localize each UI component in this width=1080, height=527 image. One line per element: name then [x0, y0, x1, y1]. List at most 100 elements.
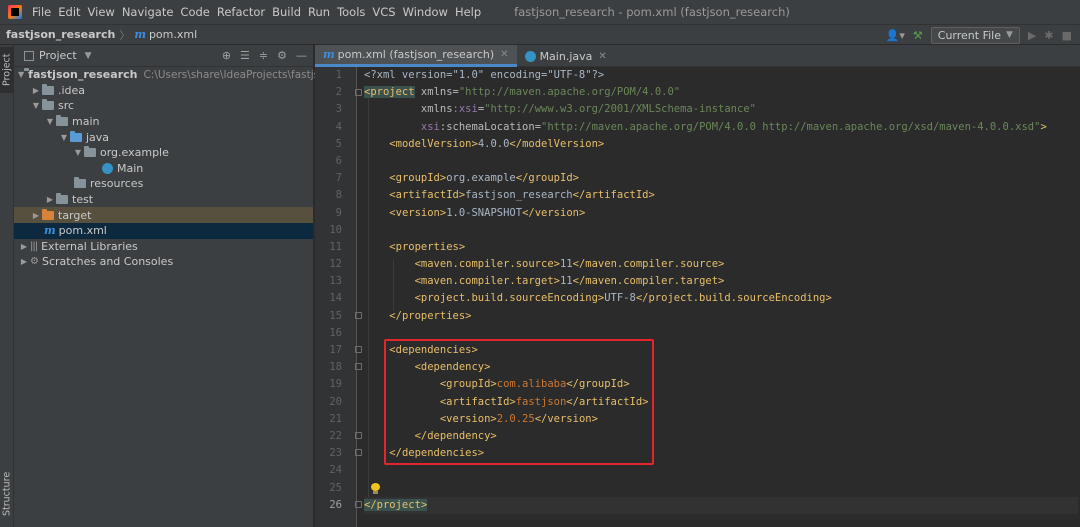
chevron-down-icon[interactable]: ▼	[44, 117, 56, 126]
tree-item-project-root[interactable]: ▼ fastjson_research C:\Users\share\IdeaP…	[14, 67, 354, 83]
hide-icon[interactable]: —	[296, 49, 307, 62]
fold-marker-icon[interactable]	[355, 312, 362, 319]
package-icon	[84, 146, 96, 158]
code-line-3: xmlns:xsi="http://www.w3.org/2001/XMLSch…	[420, 103, 756, 116]
scratches-icon: ⚙	[30, 256, 39, 268]
tree-item-label: .idea	[58, 83, 86, 97]
chevron-right-icon[interactable]: ▶	[30, 211, 42, 220]
tree-item-test[interactable]: ▶ test	[14, 192, 313, 208]
project-open-tag: project	[370, 86, 415, 99]
chevron-right-icon[interactable]: ▶	[18, 242, 30, 251]
collapse-all-icon[interactable]: ≑	[259, 49, 268, 62]
tree-item-org-example[interactable]: ▼ org.example	[14, 145, 313, 161]
build-hammer-icon[interactable]: ⚒	[913, 29, 923, 42]
tree-item-label: External Libraries	[41, 239, 138, 253]
breadcrumb-project[interactable]: fastjson_research	[0, 28, 115, 41]
code-line-2: <project xmlns="http://maven.apache.org/…	[364, 86, 681, 99]
close-icon[interactable]: ✕	[598, 51, 606, 62]
chevron-down-icon: ▼	[1005, 30, 1013, 40]
line-number: 8	[335, 189, 342, 202]
fold-marker-icon[interactable]	[355, 501, 362, 508]
intellij-logo-icon	[8, 5, 22, 19]
menu-tools[interactable]: Tools	[337, 5, 365, 19]
menu-code[interactable]: Code	[180, 5, 209, 19]
folder-icon	[42, 99, 54, 111]
maven-file-icon: m	[44, 224, 56, 238]
project-panel-header: Project ▼ ⊕ ☰ ≑ ⚙ —	[14, 45, 313, 67]
project-panel: Project ▼ ⊕ ☰ ≑ ⚙ — ▼ fastjson_research …	[14, 45, 354, 527]
chevron-down-icon[interactable]: ▼	[18, 70, 24, 79]
menu-bar: File Edit View Navigate Code Refactor Bu…	[0, 0, 1080, 24]
tab-label: Main.java	[539, 49, 593, 63]
locate-icon[interactable]: ⊕	[222, 49, 231, 62]
close-icon[interactable]: ✕	[500, 49, 508, 60]
fold-marker-icon[interactable]	[355, 363, 362, 370]
folder-icon	[56, 115, 68, 127]
tree-item-idea[interactable]: ▶ .idea	[14, 83, 313, 99]
code-editor[interactable]: 1 2 3 4 5 6 7 8 9 10 11 12 13 14 15 16 1…	[315, 67, 1080, 527]
run-configuration-select[interactable]: Current File ▼	[930, 26, 1020, 44]
tree-item-label: java	[86, 130, 110, 144]
tree-item-main[interactable]: ▼ main	[14, 114, 313, 130]
line-number: 1	[335, 69, 342, 81]
tab-label: pom.xml (fastjson_research)	[337, 48, 495, 61]
tree-item-resources[interactable]: resources	[14, 176, 313, 192]
line-number: 23	[329, 447, 342, 460]
code-line-26: </project>	[364, 496, 1078, 514]
breadcrumb-file[interactable]: pom.xml	[149, 28, 197, 41]
stop-icon[interactable]: ■	[1062, 29, 1072, 42]
run-configuration-label: Current File	[937, 28, 1001, 42]
fold-marker-icon[interactable]	[355, 89, 362, 96]
chevron-down-icon[interactable]: ▼	[58, 133, 70, 142]
tree-item-scratches[interactable]: ▶ ⚙ Scratches and Consoles	[14, 254, 313, 270]
tree-item-target[interactable]: ▶ target	[14, 207, 313, 223]
compiler-source-value: 11	[559, 258, 573, 271]
chevron-down-icon[interactable]: ▼	[72, 148, 84, 157]
menu-edit[interactable]: Edit	[58, 5, 80, 19]
menu-build[interactable]: Build	[272, 5, 301, 19]
menu-refactor[interactable]: Refactor	[217, 5, 265, 19]
maven-file-icon: m	[323, 48, 335, 61]
navigation-bar: fastjson_research 〉 m pom.xml 👤▾ ⚒ Curre…	[0, 24, 1080, 45]
chevron-down-icon[interactable]: ▼	[85, 51, 92, 61]
schema-location-value: "http://maven.apache.org/POM/4.0.0 http:…	[541, 120, 1041, 133]
fold-marker-icon[interactable]	[355, 449, 362, 456]
structure-tool-tab[interactable]: Structure	[0, 465, 14, 523]
project-tree: ▼ fastjson_research C:\Users\share\IdeaP…	[14, 67, 354, 270]
menu-help[interactable]: Help	[455, 5, 481, 19]
chevron-right-icon[interactable]: ▶	[18, 257, 30, 266]
code-line-14: <project.build.sourceEncoding>UTF-8</pro…	[414, 292, 832, 305]
expand-all-icon[interactable]: ☰	[240, 49, 250, 62]
chevron-right-icon[interactable]: ▶	[30, 86, 42, 95]
tab-pom-xml[interactable]: m pom.xml (fastjson_research) ✕	[315, 45, 517, 67]
run-icon[interactable]: ▶	[1028, 29, 1036, 42]
menu-file[interactable]: File	[32, 5, 51, 19]
fold-marker-icon[interactable]	[355, 432, 362, 439]
tree-item-src[interactable]: ▼ src	[14, 98, 313, 114]
line-number: 17	[329, 344, 342, 356]
project-tool-tab[interactable]: Project	[0, 47, 14, 93]
menu-view[interactable]: View	[88, 5, 115, 19]
resources-folder-icon	[74, 177, 86, 189]
tree-item-java[interactable]: ▼ java	[14, 129, 313, 145]
gear-icon[interactable]: ⚙	[277, 49, 287, 62]
debug-icon[interactable]: ✱	[1044, 29, 1053, 42]
line-number: 6	[335, 154, 342, 167]
menu-vcs[interactable]: VCS	[372, 5, 395, 19]
user-icon[interactable]: 👤▾	[886, 29, 905, 42]
tree-item-main-class[interactable]: Main	[14, 161, 313, 177]
menu-window[interactable]: Window	[403, 5, 448, 19]
tree-item-pom-xml[interactable]: m pom.xml	[14, 222, 313, 239]
menu-run[interactable]: Run	[308, 5, 330, 19]
tab-main-java[interactable]: Main.java ✕	[517, 45, 615, 67]
fold-marker-icon[interactable]	[355, 346, 362, 353]
window-title: fastjson_research - pom.xml (fastjson_re…	[514, 5, 790, 19]
chevron-down-icon[interactable]: ▼	[30, 101, 42, 110]
tree-item-external-libraries[interactable]: ▶ ||| External Libraries	[14, 239, 313, 255]
xml-declaration: <?xml version="1.0" encoding="UTF-8"?>	[364, 69, 605, 81]
chevron-right-icon[interactable]: ▶	[44, 195, 56, 204]
menu-navigate[interactable]: Navigate	[122, 5, 174, 19]
project-panel-title[interactable]: Project	[39, 49, 77, 62]
